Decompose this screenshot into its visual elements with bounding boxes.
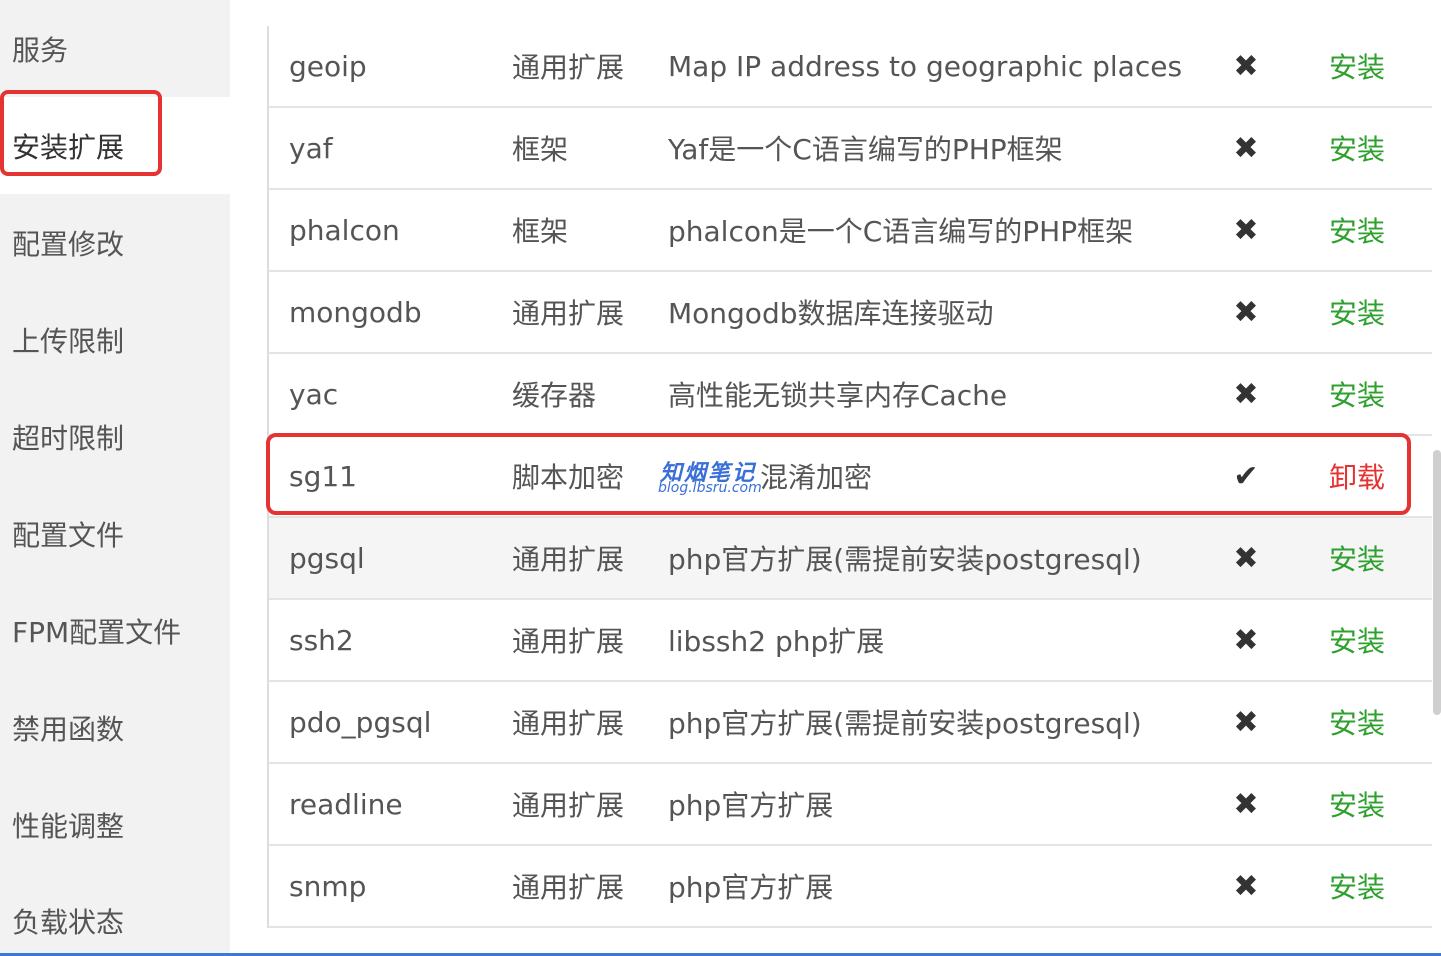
- extensions-panel: geoip 通用扩展 Map IP address to geographic …: [230, 0, 1441, 956]
- install-button[interactable]: 安装: [1329, 846, 1385, 926]
- install-button[interactable]: 安装: [1329, 190, 1385, 270]
- table-row: yac 缓存器 高性能无锁共享内存Cache ✖ 安装: [269, 354, 1432, 436]
- extension-type: 通用扩展: [512, 51, 625, 84]
- extension-description: 混淆加密: [760, 461, 873, 494]
- install-button[interactable]: 安装: [1329, 600, 1385, 680]
- sidebar-item-upload-limit[interactable]: 上传限制: [0, 291, 230, 388]
- table-row: pdo_pgsql 通用扩展 php官方扩展(需提前安装postgresql) …: [269, 682, 1432, 764]
- not-installed-icon: ✖: [1233, 622, 1259, 658]
- not-installed-icon: ✖: [1233, 294, 1259, 330]
- table-row: pgsql 通用扩展 php官方扩展(需提前安装postgresql) ✖ 安装: [269, 518, 1432, 600]
- extension-description: php官方扩展: [668, 789, 834, 822]
- sidebar-item-install-extensions[interactable]: 安装扩展: [0, 97, 230, 194]
- install-button[interactable]: 安装: [1329, 108, 1385, 188]
- extension-name: yac: [289, 377, 339, 411]
- extension-description: php官方扩展: [668, 871, 834, 904]
- extension-type: 框架: [512, 215, 569, 248]
- extension-name: geoip: [289, 49, 367, 83]
- extension-type: 通用扩展: [512, 871, 625, 904]
- extension-description: phalcon是一个C语言编写的PHP框架: [668, 215, 1134, 248]
- extension-description: Yaf是一个C语言编写的PHP框架: [668, 133, 1063, 166]
- not-installed-icon: ✖: [1233, 540, 1259, 576]
- install-button[interactable]: 安装: [1329, 518, 1385, 598]
- install-button[interactable]: 安装: [1329, 272, 1385, 352]
- php-settings-page: 服务 安装扩展 配置修改 上传限制 超时限制 配置文件 FPM配置文件 禁用函数…: [0, 0, 1441, 956]
- vertical-scrollbar[interactable]: [1433, 450, 1441, 715]
- not-installed-icon: ✖: [1233, 786, 1259, 822]
- not-installed-icon: ✖: [1233, 48, 1259, 84]
- install-button[interactable]: 安装: [1329, 682, 1385, 762]
- extension-name: phalcon: [289, 213, 400, 247]
- extension-type: 通用扩展: [512, 789, 625, 822]
- extension-type: 脚本加密: [512, 461, 625, 494]
- sidebar: 服务 安装扩展 配置修改 上传限制 超时限制 配置文件 FPM配置文件 禁用函数…: [0, 0, 230, 956]
- extension-description: libssh2 php扩展: [668, 625, 885, 658]
- table-row: yaf 框架 Yaf是一个C语言编写的PHP框架 ✖ 安装: [269, 108, 1432, 190]
- table-row: readline 通用扩展 php官方扩展 ✖ 安装: [269, 764, 1432, 846]
- sidebar-item-config-file[interactable]: 配置文件: [0, 485, 230, 582]
- sidebar-item-config-modify[interactable]: 配置修改: [0, 194, 230, 291]
- not-installed-icon: ✖: [1233, 212, 1259, 248]
- sidebar-item-service[interactable]: 服务: [0, 0, 230, 97]
- install-button[interactable]: 安装: [1329, 26, 1385, 106]
- extension-name: ssh2: [289, 623, 354, 657]
- installed-check-icon: ✔: [1233, 458, 1259, 494]
- extension-description: php官方扩展(需提前安装postgresql): [668, 707, 1142, 740]
- extension-type: 通用扩展: [512, 543, 625, 576]
- table-row: snmp 通用扩展 php官方扩展 ✖ 安装: [269, 846, 1432, 928]
- table-row: sg11 脚本加密 混淆加密 ✔ 卸载: [269, 436, 1432, 518]
- sidebar-item-fpm-config-file[interactable]: FPM配置文件: [0, 582, 230, 679]
- sidebar-item-disabled-functions[interactable]: 禁用函数: [0, 679, 230, 776]
- extension-name: pdo_pgsql: [289, 705, 432, 739]
- not-installed-icon: ✖: [1233, 868, 1259, 904]
- sidebar-item-load-status[interactable]: 负载状态: [0, 872, 230, 956]
- extension-type: 缓存器: [512, 379, 597, 412]
- sidebar-item-timeout-limit[interactable]: 超时限制: [0, 388, 230, 485]
- install-button[interactable]: 安装: [1329, 764, 1385, 844]
- extension-type: 通用扩展: [512, 707, 625, 740]
- install-button[interactable]: 安装: [1329, 354, 1385, 434]
- extension-name: sg11: [289, 459, 357, 493]
- extension-description: php官方扩展(需提前安装postgresql): [668, 543, 1142, 576]
- extension-name: snmp: [289, 869, 367, 903]
- extension-type: 通用扩展: [512, 625, 625, 658]
- uninstall-button[interactable]: 卸载: [1329, 436, 1385, 516]
- extension-description: Map IP address to geographic places: [668, 49, 1183, 83]
- extension-description: Mongodb数据库连接驱动: [668, 297, 994, 330]
- extensions-table: geoip 通用扩展 Map IP address to geographic …: [267, 26, 1432, 928]
- table-row: phalcon 框架 phalcon是一个C语言编写的PHP框架 ✖ 安装: [269, 190, 1432, 272]
- extension-name: yaf: [289, 131, 333, 165]
- not-installed-icon: ✖: [1233, 130, 1259, 166]
- extension-description: 高性能无锁共享内存Cache: [668, 379, 1008, 412]
- table-row: geoip 通用扩展 Map IP address to geographic …: [269, 26, 1432, 108]
- not-installed-icon: ✖: [1233, 376, 1259, 412]
- extension-name: readline: [289, 787, 403, 821]
- extension-type: 通用扩展: [512, 297, 625, 330]
- extension-type: 框架: [512, 133, 569, 166]
- not-installed-icon: ✖: [1233, 704, 1259, 740]
- extension-name: pgsql: [289, 541, 365, 575]
- sidebar-item-performance-tuning[interactable]: 性能调整: [0, 776, 230, 873]
- table-row: ssh2 通用扩展 libssh2 php扩展 ✖ 安装: [269, 600, 1432, 682]
- table-row: mongodb 通用扩展 Mongodb数据库连接驱动 ✖ 安装: [269, 272, 1432, 354]
- extension-name: mongodb: [289, 295, 422, 329]
